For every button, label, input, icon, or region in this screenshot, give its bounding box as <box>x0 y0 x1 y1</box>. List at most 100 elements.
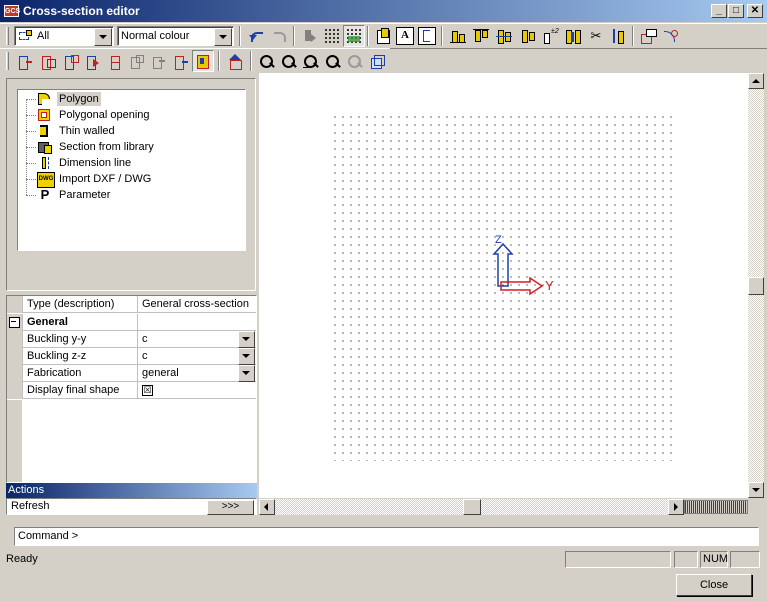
splitter-handle[interactable] <box>684 500 748 514</box>
node-copy-icon <box>129 54 145 70</box>
property-row-type: Type (description) General cross-section <box>7 296 256 313</box>
close-window-button[interactable]: ✕ <box>747 4 763 18</box>
library-icon <box>37 140 53 154</box>
node-tool-3-button[interactable] <box>60 51 82 73</box>
node-tool-5-button[interactable] <box>104 51 126 73</box>
view-3d-button[interactable] <box>366 51 388 73</box>
node-add-icon <box>17 54 33 70</box>
scroll-down-button[interactable] <box>748 482 764 498</box>
home-view-button[interactable] <box>224 51 246 73</box>
toolbar-grip[interactable] <box>6 52 9 70</box>
zoom-all-button[interactable] <box>322 51 344 73</box>
chevron-down-icon[interactable] <box>94 28 112 46</box>
node-tool-1-button[interactable] <box>14 51 36 73</box>
property-name: Type (description) <box>27 298 115 310</box>
node-select-icon <box>195 53 211 69</box>
scroll-right-button[interactable] <box>668 499 684 515</box>
property-value: c <box>142 350 148 362</box>
property-value: c <box>142 333 148 345</box>
align-top-icon <box>473 28 489 44</box>
toolbar-secondary <box>0 48 390 74</box>
property-name: Fabrication <box>27 367 82 379</box>
cursor-button[interactable] <box>298 25 320 47</box>
node-tool-7-button[interactable] <box>148 51 170 73</box>
snap-grid-button[interactable] <box>343 25 365 47</box>
property-name: Buckling z-z <box>27 350 87 362</box>
collapse-icon[interactable] <box>9 317 20 328</box>
chevron-down-icon[interactable] <box>214 28 232 46</box>
text-icon: A <box>396 27 414 45</box>
zoom-in-button[interactable] <box>256 51 278 73</box>
distribute-button[interactable]: ±2 <box>539 25 561 47</box>
pick-point-button[interactable] <box>659 25 681 47</box>
align-bottom-button[interactable] <box>447 25 469 47</box>
chevron-down-icon[interactable] <box>238 331 255 348</box>
object-tree[interactable]: Polygon Polygonal opening Thin walled Se… <box>17 89 246 251</box>
maximize-button[interactable]: □ <box>728 4 744 18</box>
chevron-down-icon[interactable] <box>238 348 255 365</box>
axis-z-label: Z <box>495 234 502 246</box>
command-input[interactable]: Command > <box>14 527 759 546</box>
zoom-previous-button[interactable] <box>344 51 366 73</box>
status-panel <box>730 551 760 568</box>
tree-item-polygon[interactable]: Polygon <box>18 91 238 107</box>
vertical-scroll-thumb[interactable] <box>748 277 764 295</box>
display-final-shape-checkbox[interactable]: ☒ <box>142 385 153 396</box>
tree-item-label: Polygonal opening <box>59 109 150 121</box>
filter-combo[interactable]: All <box>14 26 114 46</box>
tree-item-thin-walled[interactable]: Thin walled <box>18 123 238 139</box>
tree-item-parameter[interactable]: P Parameter <box>18 187 238 203</box>
property-row-fabrication[interactable]: Fabrication general <box>7 365 256 382</box>
horizontal-scroll-thumb[interactable] <box>463 499 481 515</box>
table-button[interactable] <box>416 25 438 47</box>
action-row-refresh[interactable]: Refresh >>> <box>6 498 257 515</box>
action-label: Refresh <box>11 500 50 512</box>
tree-item-polygonal-opening[interactable]: Polygonal opening <box>18 107 238 123</box>
minimize-button[interactable]: _ <box>711 4 727 18</box>
property-row-buckling-zz[interactable]: Buckling z-z c <box>7 348 256 365</box>
node-tool-9-button[interactable] <box>192 50 214 72</box>
property-row-display-final-shape[interactable]: Display final shape ☒ <box>7 382 256 399</box>
home-icon <box>227 54 243 70</box>
align-center-button[interactable] <box>516 25 538 47</box>
tree-item-import-dxf-dwg[interactable]: DWG Import DXF / DWG <box>18 171 238 188</box>
dimension-line-icon <box>37 156 53 170</box>
group-button[interactable] <box>562 25 584 47</box>
thin-walled-icon <box>37 124 53 138</box>
zoom-out-button[interactable] <box>278 51 300 73</box>
tree-item-dimension-line[interactable]: Dimension line <box>18 155 238 171</box>
align-top-button[interactable] <box>470 25 492 47</box>
property-group-general[interactable]: General <box>7 314 256 331</box>
grid-button[interactable] <box>321 25 343 47</box>
zoom-window-button[interactable] <box>300 51 322 73</box>
align-middle-button[interactable] <box>493 25 515 47</box>
chevron-down-icon[interactable] <box>238 365 255 382</box>
toolbar-grip[interactable] <box>6 27 9 45</box>
stretch-button[interactable] <box>607 25 629 47</box>
edit-properties-button[interactable] <box>372 25 394 47</box>
scroll-up-button[interactable] <box>748 73 764 89</box>
toolbar-separator <box>250 51 252 71</box>
close-button[interactable]: Close <box>676 574 752 596</box>
redo-button[interactable] <box>268 25 290 47</box>
node-tool-2-button[interactable] <box>37 51 59 73</box>
node-tool-6-button[interactable] <box>126 51 148 73</box>
tree-item-section-from-library[interactable]: Section from library <box>18 139 238 155</box>
node-tool-8-button[interactable] <box>170 51 192 73</box>
tree-item-label: Parameter <box>59 189 111 201</box>
property-row-buckling-yy[interactable]: Buckling y-y c <box>7 331 256 348</box>
property-grid: Type (description) General cross-section… <box>6 295 257 483</box>
insert-point-button[interactable] <box>637 25 659 47</box>
text-button[interactable]: A <box>394 25 416 47</box>
node-tool-4-button[interactable] <box>82 51 104 73</box>
zoom-in-icon <box>259 54 275 70</box>
undo-button[interactable] <box>245 25 267 47</box>
select-icon <box>18 29 34 43</box>
cut-button[interactable]: ✂ <box>585 25 607 47</box>
refresh-button[interactable]: >>> <box>207 500 254 515</box>
pick-point-icon <box>662 28 678 44</box>
redo-icon <box>271 28 287 44</box>
scroll-left-button[interactable] <box>259 499 275 515</box>
zoom-previous-icon <box>347 54 363 70</box>
colour-combo[interactable]: Normal colour <box>117 26 234 46</box>
